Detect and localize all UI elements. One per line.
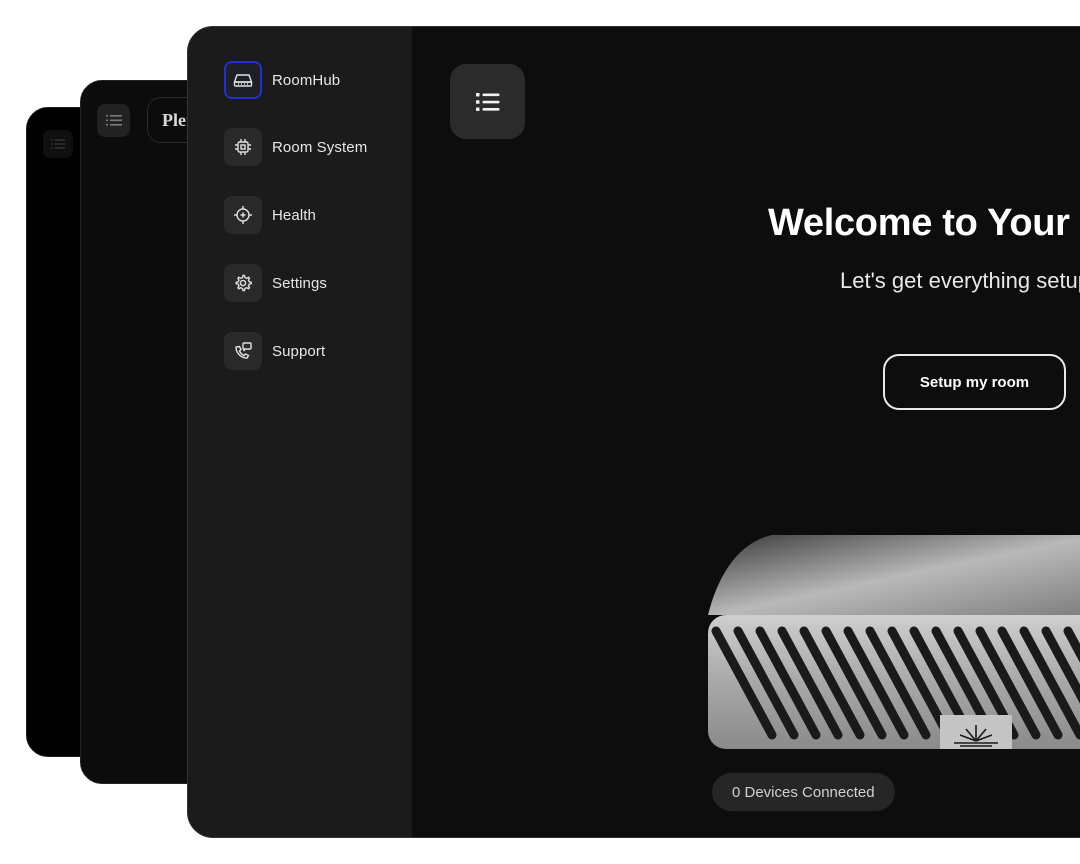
sidebar: RoomHub Room System Health Settings Supp… (188, 27, 412, 837)
sidebar-item-label: RoomHub (272, 71, 341, 89)
sidebar-item-label: Room System (272, 138, 368, 156)
sidebar-item-roomhub[interactable]: RoomHub (224, 61, 340, 99)
gear-icon (224, 264, 262, 302)
main-screen: RoomHub Room System Health Settings Supp… (187, 26, 1080, 838)
sidebar-item-room-system[interactable]: Room System (224, 128, 367, 166)
sidebar-item-label: Health (272, 206, 316, 224)
sidebar-item-label: Settings (272, 274, 327, 292)
list-icon (43, 130, 73, 158)
health-target-icon (224, 196, 262, 234)
page-subtitle: Let's get everything setup (840, 268, 1080, 293)
device-stack: Plen RoomHub Room System Health Settings… (0, 0, 1080, 864)
device-status-badge: 0 Devices Connected (712, 773, 895, 811)
page-title: Welcome to Your Plenum (768, 202, 1080, 244)
sidebar-item-label: Support (272, 342, 326, 360)
list-icon (475, 92, 499, 111)
list-icon (97, 104, 130, 137)
sidebar-item-settings[interactable]: Settings (224, 264, 327, 302)
menu-button[interactable] (450, 64, 525, 139)
roomhub-device-image (708, 535, 1080, 780)
setup-room-button[interactable]: Setup my room (883, 354, 1066, 410)
sidebar-item-health[interactable]: Health (224, 196, 316, 234)
phone-chat-icon (224, 332, 262, 370)
router-icon (224, 61, 262, 99)
sidebar-item-support[interactable]: Support (224, 332, 325, 370)
main-content: Welcome to Your Plenum Let's get everyth… (412, 27, 1080, 837)
chip-icon (224, 128, 262, 166)
